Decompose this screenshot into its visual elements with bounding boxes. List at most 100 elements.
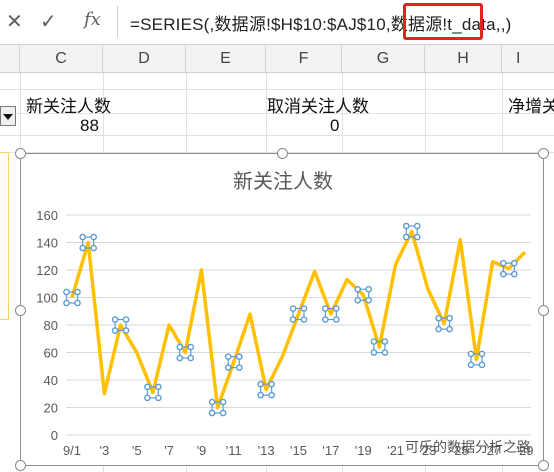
selected-point-handle	[354, 285, 362, 293]
column-header-c[interactable]: C	[20, 45, 103, 72]
chart-title: 新关注人数	[233, 170, 333, 193]
x-tick-label: '7	[164, 443, 174, 458]
resize-handle-middle-right[interactable]	[538, 305, 549, 316]
selected-point-handle	[402, 233, 410, 241]
selected-point-handle	[413, 233, 421, 241]
selected-point-handle	[235, 353, 243, 360]
selected-point-handle	[208, 398, 216, 406]
selected-point-handle	[446, 325, 453, 333]
formula-bar: ✕ ✓ fx =SERIES(,数据源!$H$10:$AJ$10,数据源!t_d…	[0, 0, 554, 45]
selected-point-handle	[257, 380, 264, 388]
selected-point-handle	[370, 338, 378, 345]
selected-point-handle	[365, 285, 373, 293]
y-tick-label: 160	[36, 208, 58, 223]
column-header-e[interactable]: E	[186, 45, 266, 72]
selected-point-handle	[208, 409, 216, 417]
x-tick-label: '21	[387, 443, 404, 458]
resize-handle-top-left[interactable]	[15, 148, 26, 159]
y-tick-label: 60	[44, 346, 58, 361]
cell-c-header[interactable]: 新关注人数	[26, 92, 111, 117]
selected-point-handle	[478, 361, 486, 369]
selected-point-handle	[63, 299, 70, 307]
selected-point-handle	[90, 233, 97, 241]
column-headers: C D E F G H I	[0, 45, 554, 73]
resize-handle-bottom-left[interactable]	[15, 460, 26, 471]
selected-point-handle	[511, 259, 518, 267]
chart-plot-area[interactable]: 新关注人数 0 20 40 60 80 100 120 140 160 9/1 '3 '5 '7 '9 '11…	[21, 154, 545, 467]
selected-point-handle	[90, 244, 97, 252]
selected-point-handle	[322, 305, 329, 312]
resize-handle-middle-left[interactable]	[15, 305, 26, 316]
selected-point-handle	[144, 394, 151, 402]
column-header-f[interactable]: F	[266, 45, 342, 72]
selected-point-handle	[467, 350, 475, 358]
fx-icon[interactable]: fx	[84, 9, 101, 30]
cell-f-header[interactable]: 取消关注人数	[267, 92, 369, 117]
x-tick-label: '5	[132, 443, 142, 458]
filter-dropdown-button[interactable]	[0, 106, 16, 126]
resize-handle-top-right[interactable]	[538, 148, 549, 159]
cell-i-header[interactable]: 净增关	[508, 92, 554, 117]
watermark-text: 可乐的数据分析之路	[405, 439, 531, 455]
selected-point-handle	[187, 354, 195, 362]
selected-point-handle	[446, 314, 453, 322]
selected-point-handle	[500, 270, 507, 278]
y-tick-label: 120	[36, 263, 58, 278]
selected-point-handle	[370, 349, 378, 356]
x-tick-label: '15	[290, 443, 307, 458]
selected-point-handle	[435, 314, 442, 322]
selected-point-handle	[144, 383, 151, 391]
selected-point-handle	[176, 354, 184, 362]
column-header-i[interactable]: I	[502, 45, 554, 72]
selected-point-handle	[381, 349, 389, 356]
selected-point-handle	[333, 305, 340, 312]
cell-c-value[interactable]: 88	[80, 116, 99, 136]
y-tick-label: 40	[44, 373, 58, 388]
selected-point-handle	[511, 270, 518, 278]
check-icon[interactable]: ✓	[40, 9, 57, 34]
column-header-g[interactable]: G	[342, 45, 425, 72]
selected-point-handle	[74, 299, 81, 307]
column-header-h[interactable]: H	[425, 45, 502, 72]
line-chart[interactable]: 新关注人数 0 20 40 60 80 100 120 140 160 9/1 '3 '5 '7 '9 '11…	[20, 153, 544, 466]
selected-point-handle	[122, 327, 130, 334]
y-tick-label: 20	[44, 401, 58, 416]
cell-f-value[interactable]: 0	[330, 116, 339, 136]
formula-bar-divider	[117, 6, 118, 38]
y-tick-label: 0	[51, 428, 58, 443]
close-icon[interactable]: ✕	[6, 9, 23, 34]
selected-range-border	[0, 152, 9, 320]
selected-point-handle	[365, 296, 373, 304]
selected-point-handle	[333, 316, 340, 323]
selected-point-handle	[413, 222, 421, 230]
resize-handle-top-middle[interactable]	[277, 148, 288, 159]
selected-point-handle	[219, 409, 227, 417]
x-tick-label: '9	[197, 443, 207, 458]
selected-point-handle	[111, 316, 119, 323]
selected-point-handle	[478, 350, 486, 358]
selected-point-handle	[500, 259, 507, 267]
selected-point-handle	[381, 338, 389, 345]
selected-point-handle	[187, 343, 195, 351]
selected-point-handle	[176, 343, 184, 351]
selected-point-handle	[300, 305, 308, 312]
selected-point-handle	[467, 361, 475, 369]
selected-point-handle	[435, 325, 442, 333]
selected-point-handle	[122, 316, 130, 323]
selected-point-handle	[300, 316, 308, 323]
x-tick-label: '17	[322, 443, 339, 458]
selected-point-handle	[257, 391, 264, 399]
resize-handle-bottom-right[interactable]	[538, 460, 549, 471]
selected-point-handle	[322, 316, 329, 323]
x-tick-label: '3	[99, 443, 109, 458]
selected-point-handle	[235, 364, 243, 371]
selected-point-handle	[155, 394, 162, 402]
selected-point-handle	[224, 353, 232, 360]
selected-point-handle	[155, 383, 162, 391]
selected-point-handle	[289, 305, 297, 312]
column-header-d[interactable]: D	[103, 45, 186, 72]
column-header-partial[interactable]	[0, 45, 20, 72]
annotation-highlight-box	[403, 3, 483, 40]
x-tick-label: 9/1	[63, 443, 81, 458]
selected-point-handle	[268, 380, 275, 388]
